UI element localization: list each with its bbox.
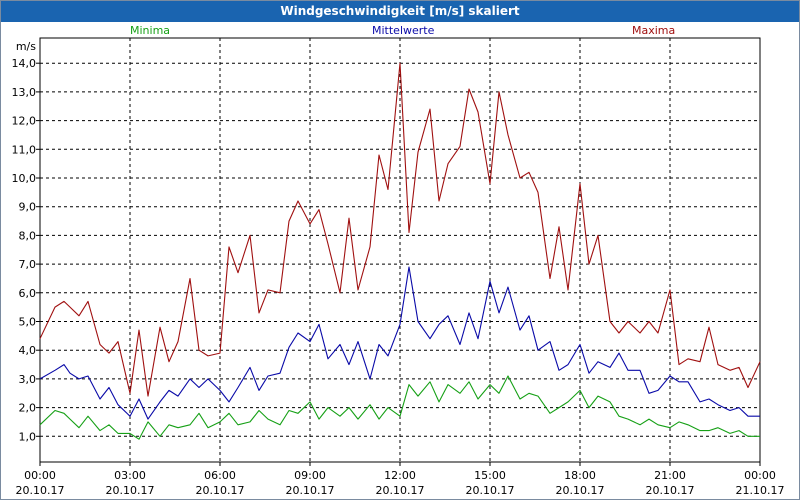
y-tick-label: 14,0: [12, 57, 37, 70]
x-tick-time: 00:00: [744, 469, 776, 482]
y-tick-label: 11,0: [12, 143, 37, 156]
x-tick-time: 18:00: [564, 469, 596, 482]
x-tick-time: 00:00: [24, 469, 56, 482]
y-tick-label: 5,0: [19, 316, 37, 329]
y-tick-label: 4,0: [19, 344, 37, 357]
line-chart: 1,0 2,0 3,0 4,0 5,0 6,0 7,0 8,0 9,0 10,0 11,0 12,0 1…: [12, 37, 785, 497]
x-tick-date: 20.10.17: [16, 484, 65, 497]
y-tick-label: 8,0: [19, 229, 37, 242]
x-tick-time: 06:00: [204, 469, 236, 482]
y-tick-label: 3,0: [19, 373, 37, 386]
x-tick-date: 21.10.17: [736, 484, 785, 497]
x-tick-date: 20.10.17: [286, 484, 335, 497]
x-tick-date: 20.10.17: [646, 484, 695, 497]
x-tick-time: 03:00: [114, 469, 146, 482]
x-tick-time: 15:00: [474, 469, 506, 482]
y-tick-label: 1,0: [19, 430, 37, 443]
x-tick-time: 21:00: [654, 469, 686, 482]
x-tick-date: 20.10.17: [556, 484, 605, 497]
y-tick-label: 10,0: [12, 172, 37, 185]
x-tick-date: 20.10.17: [196, 484, 245, 497]
x-tick-time: 12:00: [384, 469, 416, 482]
x-tick-date: 20.10.17: [376, 484, 425, 497]
y-tick-label: 6,0: [19, 287, 37, 300]
y-tick-label: 9,0: [19, 201, 37, 214]
x-tick-date: 20.10.17: [466, 484, 515, 497]
x-tick-time: 09:00: [294, 469, 326, 482]
y-tick-label: 2,0: [19, 402, 37, 415]
x-tick-date: 20.10.17: [106, 484, 155, 497]
y-tick-label: 13,0: [12, 86, 37, 99]
y-tick-label: 7,0: [19, 258, 37, 271]
y-tick-label: 12,0: [12, 115, 37, 128]
y-axis-label: m/s: [16, 40, 36, 53]
